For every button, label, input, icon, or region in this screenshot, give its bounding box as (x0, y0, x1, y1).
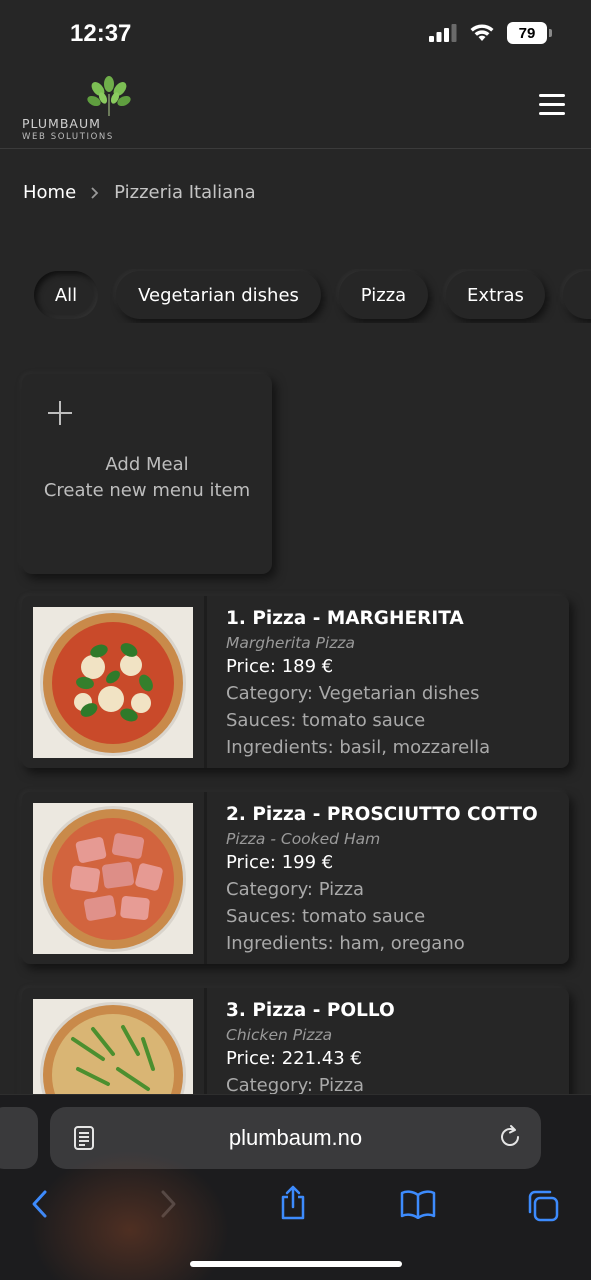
logo-name: PLUMBAUM (22, 116, 101, 131)
logo-subtitle: WEB SOLUTIONS (22, 132, 114, 142)
wifi-icon (470, 24, 494, 41)
tree-logo-icon (87, 76, 131, 116)
menu-item-sauces: Sauces: tomato sauce (226, 906, 426, 927)
plus-icon (48, 401, 72, 425)
menu-item-details: 2. Pizza - PROSCIUTTO COTTO Pizza - Cook… (226, 802, 561, 957)
breadcrumb: Home Pizzeria Italiana (23, 182, 256, 203)
menu-item-ingredients: Ingredients: basil, mozzarella (226, 737, 491, 758)
menu-item-title: 1. Pizza - MARGHERITA (226, 608, 464, 629)
menu-item-card[interactable]: 1. Pizza - MARGHERITA Margherita Pizza P… (22, 596, 569, 768)
menu-item-price: Price: 189 € (226, 656, 334, 677)
share-icon[interactable] (278, 1185, 308, 1221)
browser-toolbar: plumbaum.no (0, 1094, 591, 1280)
menu-item-subtitle: Pizza - Cooked Ham (226, 830, 381, 848)
home-indicator[interactable] (190, 1261, 402, 1267)
filter-chip-all[interactable]: All (34, 271, 98, 319)
address-bar[interactable]: plumbaum.no (50, 1107, 541, 1169)
filter-chip-vegetarian[interactable]: Vegetarian dishes (116, 271, 321, 319)
menu-item-title: 3. Pizza - POLLO (226, 1000, 395, 1021)
breadcrumb-current: Pizzeria Italiana (114, 182, 256, 203)
menu-item-details: 3. Pizza - POLLO Chicken Pizza Price: 22… (226, 998, 561, 1099)
menu-item-category: Category: Vegetarian dishes (226, 683, 480, 704)
forward-icon[interactable] (156, 1189, 180, 1219)
pizza-margherita-image (33, 607, 193, 758)
battery-indicator: 79 (507, 22, 552, 44)
menu-item-sauces: Sauces: tomato sauce (226, 710, 426, 731)
chevron-right-icon (91, 186, 99, 199)
add-meal-subtitle: Create new menu item (43, 480, 251, 501)
back-icon[interactable] (28, 1189, 52, 1219)
reload-icon[interactable] (497, 1124, 523, 1150)
menu-item-ingredients: Ingredients: ham, oregano (226, 933, 465, 954)
pizza-prosciutto-image (33, 803, 193, 954)
filter-chip-pizza[interactable]: Pizza (339, 271, 428, 319)
menu-item-card[interactable]: 2. Pizza - PROSCIUTTO COTTO Pizza - Cook… (22, 792, 569, 964)
breadcrumb-home-link[interactable]: Home (23, 182, 76, 203)
card-divider (204, 792, 207, 964)
hamburger-menu-icon[interactable] (539, 94, 565, 116)
filter-chip-extras[interactable]: Extras (446, 271, 545, 319)
card-divider (204, 596, 207, 768)
menu-item-details: 1. Pizza - MARGHERITA Margherita Pizza P… (226, 606, 561, 761)
cellular-signal-icon (429, 24, 457, 42)
add-meal-title: Add Meal (105, 454, 189, 475)
menu-item-subtitle: Chicken Pizza (226, 1026, 333, 1044)
menu-item-price: Price: 199 € (226, 852, 334, 873)
logo[interactable]: PLUMBAUM WEB SOLUTIONS (22, 76, 142, 142)
status-icons: 79 (429, 22, 552, 44)
menu-item-price: Price: 221.43 € (226, 1048, 362, 1069)
site-header: PLUMBAUM WEB SOLUTIONS (0, 70, 591, 149)
menu-item-title: 2. Pizza - PROSCIUTTO COTTO (226, 804, 538, 825)
menu-item-subtitle: Margherita Pizza (226, 634, 356, 652)
filter-chip-overflow[interactable] (563, 271, 591, 319)
bookmarks-icon[interactable] (400, 1189, 436, 1219)
category-filters: All Vegetarian dishes Pizza Extras (0, 269, 591, 323)
status-time: 12:37 (70, 20, 132, 47)
menu-item-category: Category: Pizza (226, 879, 365, 900)
previous-tab-preview[interactable] (0, 1107, 38, 1169)
tabs-icon[interactable] (526, 1189, 560, 1223)
url-text: plumbaum.no (228, 1125, 363, 1150)
status-bar: 12:37 79 (0, 0, 591, 70)
